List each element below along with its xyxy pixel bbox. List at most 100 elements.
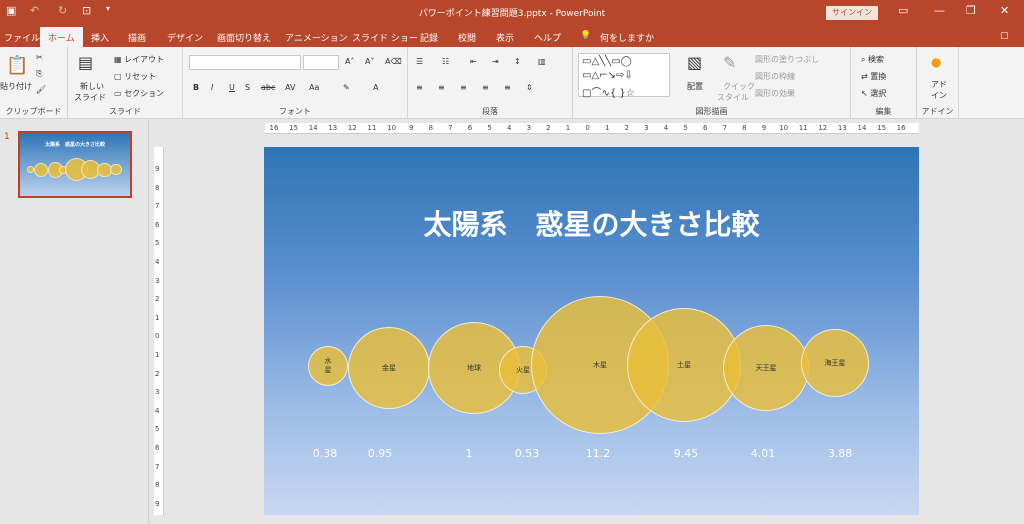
new-slide-icon[interactable]: ▤ [78, 53, 93, 72]
tab-file[interactable]: ファイル [4, 31, 40, 44]
select-button[interactable]: ↖ 選択 [861, 88, 886, 99]
section-button[interactable]: ▭ セクション [114, 88, 164, 99]
tab-animations[interactable]: アニメーション [285, 31, 348, 44]
text-direction-icon[interactable]: ⇕ [526, 83, 533, 92]
shapes-gallery[interactable]: ▭△╲╲▭◯ ▭△⌐↘⇨⇩ ▢⌒∿{ }☆ [578, 53, 670, 99]
justify-icon[interactable]: ≡ [482, 83, 489, 92]
sign-in-button[interactable]: サインイン [826, 6, 878, 20]
ruler-tick-label: 3 [526, 124, 532, 132]
quick-style-button[interactable]: クイック [723, 81, 755, 92]
increase-indent-icon[interactable]: ⇥ [492, 57, 499, 66]
distribute-icon[interactable]: ≡ [504, 83, 511, 92]
change-case-icon[interactable]: Aa [309, 83, 319, 92]
tab-slideshow[interactable]: スライド ショー [352, 31, 418, 44]
tab-review[interactable]: 校閲 [458, 31, 476, 44]
close-icon[interactable]: ✕ [1000, 4, 1009, 17]
strikethrough-icon[interactable]: abc [261, 83, 275, 92]
new-slide-button[interactable]: 新しい [80, 81, 104, 92]
replace-button[interactable]: ⇄ 置換 [861, 71, 886, 82]
planet-7[interactable]: 天王星 [723, 325, 809, 411]
format-painter-icon[interactable]: 🖌 [36, 85, 46, 94]
bold-icon[interactable]: B [193, 83, 199, 92]
italic-icon[interactable]: I [211, 83, 213, 92]
ruler-tick-label: 12 [347, 124, 357, 132]
planet-value[interactable]: 0.53 [502, 447, 552, 460]
planet-value[interactable]: 11.2 [573, 447, 623, 460]
tab-view[interactable]: 表示 [496, 31, 514, 44]
font-name-select[interactable] [189, 55, 301, 70]
quick-style-icon[interactable]: ✎ [723, 53, 736, 72]
shape-effect-button[interactable]: 図形の効果 [755, 88, 795, 99]
decrease-indent-icon[interactable]: ⇤ [470, 57, 477, 66]
slide-canvas[interactable]: 太陽系 惑星の大きさ比較 水星 0.38 金星 0.95 地球 1 火星 0.53 木星 11.2… [264, 147, 919, 515]
highlight-icon[interactable]: ✎ [343, 83, 350, 92]
planet-value[interactable]: 0.95 [355, 447, 405, 460]
shape-outline-button[interactable]: 図形の枠線 [755, 71, 795, 82]
ruler-tick-label: 9 [155, 165, 160, 173]
align-center-icon[interactable]: ≡ [438, 83, 445, 92]
planet-name: 火星 [516, 366, 530, 374]
ruler-tick-label: 3 [644, 124, 649, 132]
cut-icon[interactable]: ✂ [36, 53, 43, 62]
tab-home[interactable]: ホーム [40, 27, 83, 47]
align-right-icon[interactable]: ≡ [460, 83, 467, 92]
planet-value[interactable]: 4.01 [738, 447, 788, 460]
addins-button[interactable]: アド [931, 79, 947, 90]
ribbon-display-icon[interactable]: ▭ [898, 4, 908, 17]
section-icon: ▭ [114, 89, 125, 98]
layout-button[interactable]: ▦ レイアウト [114, 54, 164, 65]
clear-format-icon[interactable]: A⌫ [385, 57, 402, 66]
reset-button[interactable]: ▢ リセット [114, 71, 156, 82]
arrange-icon[interactable]: ▧ [687, 53, 702, 72]
tab-design[interactable]: デザイン [167, 31, 203, 44]
tab-transitions[interactable]: 画面切り替え [217, 31, 271, 44]
arrange-button[interactable]: 配置 [687, 81, 703, 92]
numbering-icon[interactable]: ☷ [442, 57, 449, 66]
columns-icon[interactable]: ▥ [538, 57, 546, 66]
planet-2[interactable]: 金星 [348, 327, 430, 409]
shape-fill-button[interactable]: 図形の塗りつぶし [755, 54, 819, 65]
vertical-ruler: 9 8 7 6 5 4 3 2 1 0 1 2 3 4 5 6 7 8 9 [154, 147, 164, 515]
tab-help[interactable]: ヘルプ [534, 31, 561, 44]
decrease-font-icon[interactable]: A˅ [365, 57, 374, 66]
ruler-tick-label: 15 [289, 124, 299, 132]
line-spacing-icon[interactable]: ↕ [514, 57, 521, 66]
align-left-icon[interactable]: ≡ [416, 83, 423, 92]
char-spacing-icon[interactable]: AV [285, 83, 295, 92]
bullets-icon[interactable]: ☰ [416, 57, 423, 66]
shadow-icon[interactable]: S [245, 83, 250, 92]
ruler-tick-label: 5 [155, 425, 160, 434]
planet-name: 地球 [467, 364, 481, 372]
planet-value[interactable]: 0.38 [300, 447, 350, 460]
tab-record[interactable]: 記録 [420, 31, 438, 44]
tab-insert[interactable]: 挿入 [91, 31, 109, 44]
font-size-select[interactable] [303, 55, 339, 70]
planet-value[interactable]: 9.45 [661, 447, 711, 460]
slide-thumbnail[interactable]: 太陽系 惑星の大きさ比較 [18, 131, 132, 198]
addins-label2[interactable]: イン [931, 90, 947, 101]
underline-icon[interactable]: U [229, 83, 235, 92]
tab-draw[interactable]: 描画 [128, 31, 146, 44]
ruler-tick-label: 6 [155, 220, 160, 229]
tell-me-search[interactable]: 何をしますか [600, 31, 654, 44]
slide-title[interactable]: 太陽系 惑星の大きさ比較 [264, 203, 919, 243]
copy-icon[interactable]: ⎘ [36, 69, 42, 79]
planet-value[interactable]: 1 [444, 447, 494, 460]
planet-1[interactable]: 水星 [308, 346, 348, 386]
planet-8[interactable]: 海王星 [801, 329, 869, 397]
drawing-group-label: 図形描画 [695, 107, 728, 116]
minimize-icon[interactable]: — [934, 4, 945, 17]
paste-button[interactable]: 貼り付け [0, 81, 32, 92]
paste-icon[interactable]: 📋 [6, 55, 28, 76]
ruler-tick-label: 9 [155, 499, 160, 508]
quick-style-label2[interactable]: スタイル [717, 92, 749, 103]
planet-name: 海王星 [824, 359, 846, 367]
font-color-icon[interactable]: A [373, 83, 378, 92]
restore-icon[interactable]: ❐ [966, 4, 976, 17]
comments-icon[interactable]: ▢ [1000, 31, 1009, 41]
find-button[interactable]: ⌕ 検索 [861, 54, 884, 65]
increase-font-icon[interactable]: A˄ [345, 57, 354, 66]
new-slide-label2[interactable]: スライド [74, 92, 106, 103]
planet-value[interactable]: 3.88 [815, 447, 865, 460]
addins-icon[interactable]: ● [931, 55, 941, 69]
